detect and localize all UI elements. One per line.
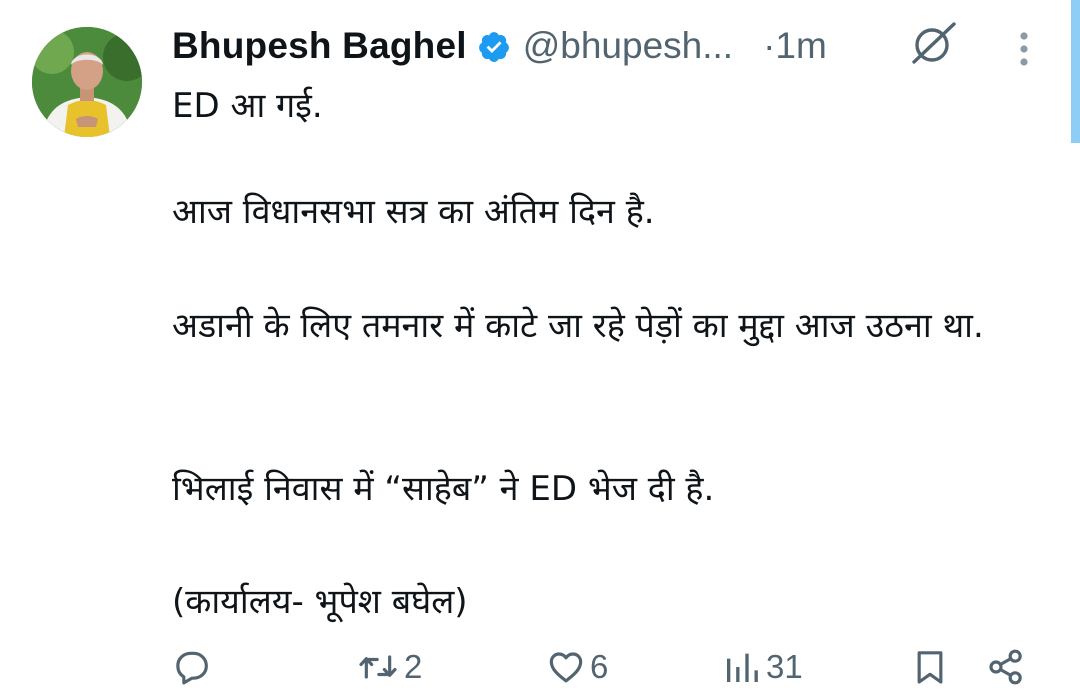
tweet-paragraph: अडानी के लिए तमनार में काटे जा रहे पेड़ो… <box>172 306 984 346</box>
like-count: 6 <box>590 648 609 685</box>
views-count: 31 <box>766 648 803 685</box>
tweet-paragraph: आज विधानसभा सत्र का अंतिम दिन है. <box>172 192 655 232</box>
reply-button[interactable] <box>172 640 216 694</box>
author-handle[interactable]: @bhupesh... <box>523 25 733 67</box>
views-icon <box>727 653 758 682</box>
bookmark-button[interactable] <box>910 640 950 694</box>
tweet[interactable]: Bhupesh Baghel @bhupesh... ·1m ED आ गई. … <box>0 0 1080 694</box>
repost-button[interactable]: 2 <box>356 640 422 694</box>
repost-count: 2 <box>404 648 423 685</box>
tweet-paragraph: ED आ गई. <box>172 86 323 126</box>
more-options-icon[interactable] <box>1010 30 1038 70</box>
tweet-paragraph: भिलाई निवास में “साहेब” ने ED भेज दी है. <box>172 469 715 509</box>
views-button[interactable]: 31 <box>722 640 803 694</box>
tweet-paragraph: (कार्यालय- भूपेश बघेल) <box>172 582 468 622</box>
share-button[interactable] <box>986 640 1026 694</box>
timestamp[interactable]: ·1m <box>763 25 827 67</box>
scrollbar[interactable] <box>1071 0 1080 143</box>
reply-icon <box>176 651 208 685</box>
tweet-header: Bhupesh Baghel @bhupesh... ·1m <box>172 20 827 72</box>
like-icon <box>549 652 583 683</box>
share-icon <box>989 649 1022 685</box>
author-name[interactable]: Bhupesh Baghel <box>172 25 467 67</box>
bookmark-icon <box>917 651 943 684</box>
repost-icon <box>359 655 397 679</box>
like-button[interactable]: 6 <box>546 640 608 694</box>
verified-badge-icon <box>478 32 509 62</box>
avatar[interactable] <box>32 27 142 137</box>
tweet-actions: 2 6 31 <box>0 640 1080 694</box>
grok-icon[interactable] <box>908 18 960 70</box>
